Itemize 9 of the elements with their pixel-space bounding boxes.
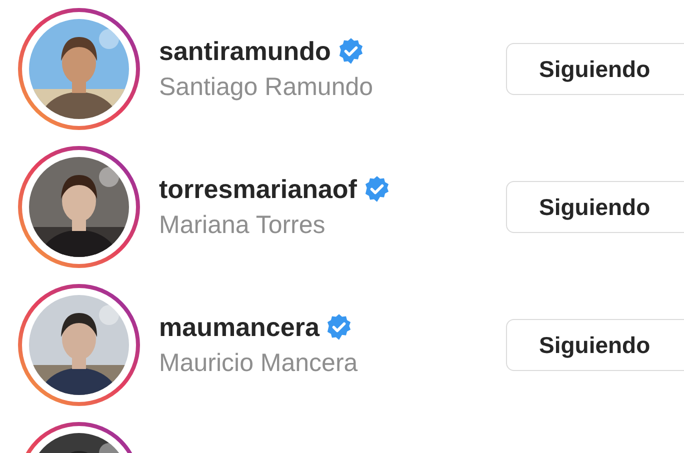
username[interactable]: maumancera — [159, 309, 320, 345]
username[interactable]: torresmarianaof — [159, 171, 357, 207]
full-name: Mariana Torres — [159, 210, 326, 241]
following-button[interactable]: Siguiendo — [506, 43, 684, 95]
full-name: Santiago Ramundo — [159, 72, 374, 103]
username[interactable]: santiramundo — [159, 33, 331, 69]
full-name: Mauricio Mancera — [159, 348, 359, 379]
following-button[interactable]: Siguiendo — [506, 319, 684, 371]
following-button[interactable]: Siguiendo — [506, 181, 684, 233]
